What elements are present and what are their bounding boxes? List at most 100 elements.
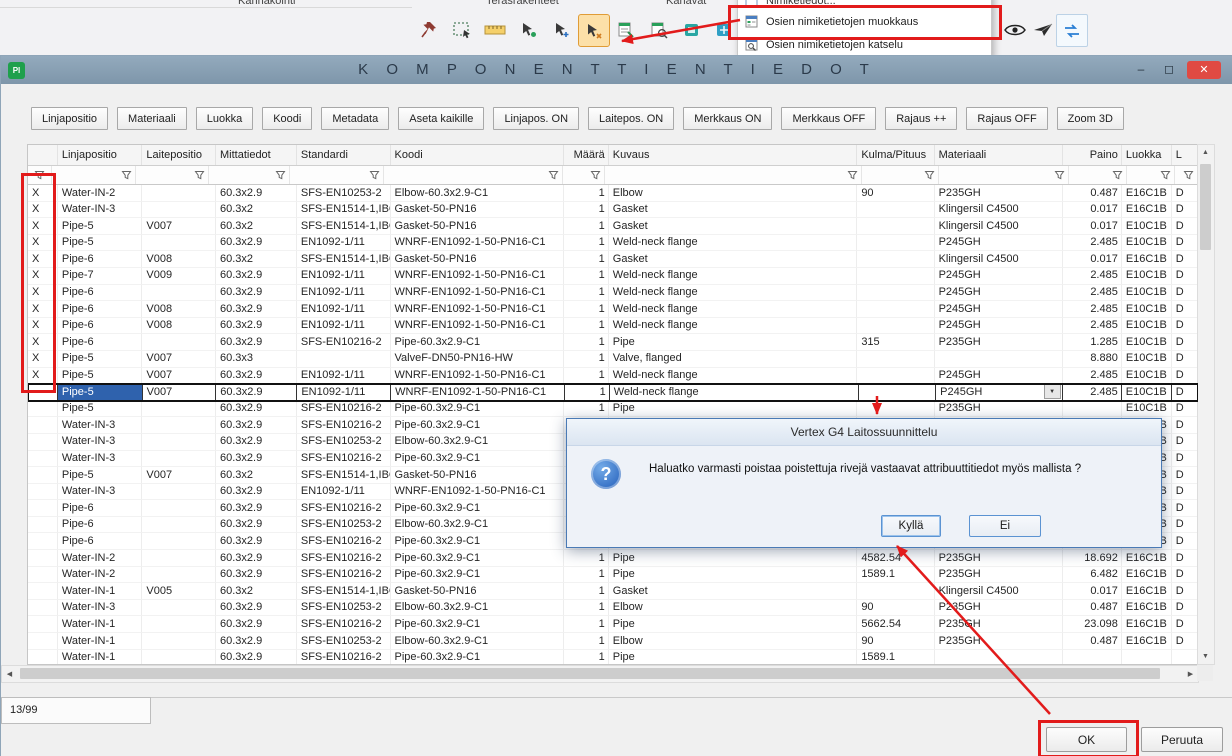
filter-cell-0[interactable] [28, 166, 52, 184]
table-cell[interactable]: Pipe-60.3x2.9-C1 [391, 417, 565, 434]
table-cell[interactable]: 60.3x2.9 [216, 301, 297, 318]
table-cell[interactable]: 90 [857, 600, 934, 617]
table-cell[interactable]: P245GH▼ [936, 384, 1063, 401]
minimize-button[interactable]: – [1129, 61, 1153, 79]
table-cell[interactable]: E10C1B [1122, 318, 1172, 335]
table-cell[interactable]: 1589.1 [857, 567, 934, 584]
table-cell[interactable]: Water-IN-1 [58, 650, 143, 665]
table-cell[interactable]: 1 [564, 550, 608, 567]
action-button-12[interactable]: Zoom 3D [1057, 107, 1124, 130]
table-cell[interactable]: WNRF-EN1092-1-50-PN16-C1 [391, 268, 565, 285]
table-cell[interactable]: Pipe-6 [58, 285, 143, 302]
table-cell[interactable]: SFS-EN10216-2 [297, 401, 391, 418]
table-cell[interactable]: Elbow-60.3x2.9-C1 [391, 633, 565, 650]
table-cell[interactable] [142, 401, 216, 418]
table-cell[interactable]: E16C1B [1122, 550, 1172, 567]
table-cell[interactable] [28, 583, 58, 600]
table-cell[interactable]: X [28, 202, 58, 219]
swap-arrows-icon[interactable] [1056, 14, 1088, 47]
table-cell[interactable]: 1 [564, 202, 608, 219]
table-row[interactable]: Water-IN-360.3x2.9SFS-EN10253-2Elbow-60.… [28, 600, 1198, 617]
table-cell[interactable]: D [1172, 218, 1198, 235]
table-cell[interactable]: D [1172, 567, 1198, 584]
table-cell[interactable]: SFS-EN1514-1,IBC [297, 251, 391, 268]
table-cell[interactable]: Pipe-5 [58, 218, 143, 235]
table-cell[interactable]: 1.285 [1063, 334, 1122, 351]
table-cell[interactable]: Pipe [609, 650, 858, 665]
table-cell[interactable]: E16C1B [1122, 633, 1172, 650]
table-cell[interactable]: SFS-EN10216-2 [297, 616, 391, 633]
table-row[interactable]: XPipe-560.3x2.9EN1092-1/11WNRF-EN1092-1-… [28, 235, 1198, 252]
table-cell[interactable]: Pipe-60.3x2.9-C1 [391, 650, 565, 665]
table-cell[interactable]: V007 [142, 218, 216, 235]
table-row[interactable]: XPipe-5V00760.3x2.9EN1092-1/11WNRF-EN109… [28, 368, 1198, 385]
table-cell[interactable]: E10C1B [1122, 268, 1172, 285]
table-cell[interactable] [28, 384, 58, 401]
table-cell[interactable] [297, 351, 391, 368]
table-cell[interactable]: 60.3x2 [216, 251, 297, 268]
pin-icon[interactable] [414, 14, 444, 45]
ribbon-tab-kanavat[interactable]: Kanavat [666, 0, 706, 7]
table-cell[interactable] [142, 567, 216, 584]
table-cell[interactable]: X [28, 218, 58, 235]
table-cell[interactable]: Water-IN-3 [58, 434, 143, 451]
filter-cell-9[interactable] [939, 166, 1069, 184]
table-cell[interactable]: ValveF-DN50-PN16-HW [391, 351, 565, 368]
filter-icon[interactable] [1054, 170, 1065, 181]
table-cell[interactable]: 60.3x2.9 [216, 185, 297, 202]
table-cell[interactable] [1063, 650, 1122, 665]
table-cell[interactable]: Pipe-60.3x2.9-C1 [391, 451, 565, 468]
table-cell[interactable]: Pipe-60.3x2.9-C1 [391, 334, 565, 351]
ribbon-tab-kannakointi[interactable]: Kannakointi [238, 0, 296, 7]
table-cell[interactable]: E16C1B [1122, 600, 1172, 617]
table-cell[interactable] [28, 484, 58, 501]
table-cell[interactable]: V007 [143, 384, 217, 401]
table-cell[interactable] [142, 235, 216, 252]
table-cell[interactable]: Weld-neck flange [609, 301, 858, 318]
table-cell[interactable] [857, 285, 934, 302]
table-cell[interactable]: X [28, 301, 58, 318]
table-cell[interactable]: X [28, 268, 58, 285]
table-cell[interactable]: EN1092-1/11 [297, 368, 391, 385]
table-cell[interactable]: 0.487 [1063, 185, 1122, 202]
table-cell[interactable]: Gasket-50-PN16 [391, 202, 565, 219]
table-cell[interactable] [28, 600, 58, 617]
table-cell[interactable]: Water-IN-2 [58, 185, 143, 202]
table-cell[interactable]: 4582.54 [857, 550, 934, 567]
select-area-icon[interactable] [447, 14, 477, 45]
table-cell[interactable]: D [1172, 235, 1198, 252]
table-cell[interactable] [28, 633, 58, 650]
action-button-4[interactable]: Metadata [321, 107, 389, 130]
table-row-selected[interactable]: Pipe-5V00760.3x2.9EN1092-1/11WNRF-EN1092… [28, 384, 1198, 401]
table-cell[interactable]: Gasket-50-PN16 [391, 583, 565, 600]
table-cell[interactable] [28, 467, 58, 484]
table-cell[interactable]: WNRF-EN1092-1-50-PN16-C1 [391, 384, 565, 401]
table-cell[interactable]: 1 [564, 268, 608, 285]
table-cell[interactable]: V007 [142, 467, 216, 484]
table-cell[interactable]: Water-IN-3 [58, 600, 143, 617]
table-cell[interactable]: Water-IN-3 [58, 484, 143, 501]
action-button-5[interactable]: Aseta kaikille [398, 107, 484, 130]
filter-cell-6[interactable] [563, 166, 605, 184]
table-cell[interactable]: Water-IN-1 [58, 583, 143, 600]
table-cell[interactable]: 1 [564, 616, 608, 633]
table-cell[interactable] [142, 451, 216, 468]
filter-cell-10[interactable] [1069, 166, 1127, 184]
table-cell[interactable]: Weld-neck flange [609, 285, 858, 302]
table-cell[interactable]: 1 [564, 650, 608, 665]
table-cell[interactable]: SFS-EN10216-2 [297, 533, 391, 550]
table-cell[interactable]: P245GH [935, 368, 1063, 385]
table-cell[interactable]: X [28, 185, 58, 202]
filter-icon[interactable] [847, 170, 858, 181]
table-cell[interactable]: Valve, flanged [609, 351, 858, 368]
table-cell[interactable] [28, 650, 58, 665]
table-cell[interactable]: SFS-EN1514-1,IBC [297, 467, 391, 484]
table-cell[interactable]: P245GH [935, 235, 1063, 252]
table-cell[interactable]: 1 [564, 218, 608, 235]
table-cell[interactable]: Pipe-60.3x2.9-C1 [391, 533, 565, 550]
table-row[interactable]: Water-IN-160.3x2.9SFS-EN10216-2Pipe-60.3… [28, 616, 1198, 633]
filter-icon[interactable] [194, 170, 205, 181]
eye-icon[interactable] [1000, 14, 1030, 45]
table-cell[interactable]: X [28, 351, 58, 368]
plane-icon[interactable] [1028, 14, 1058, 45]
